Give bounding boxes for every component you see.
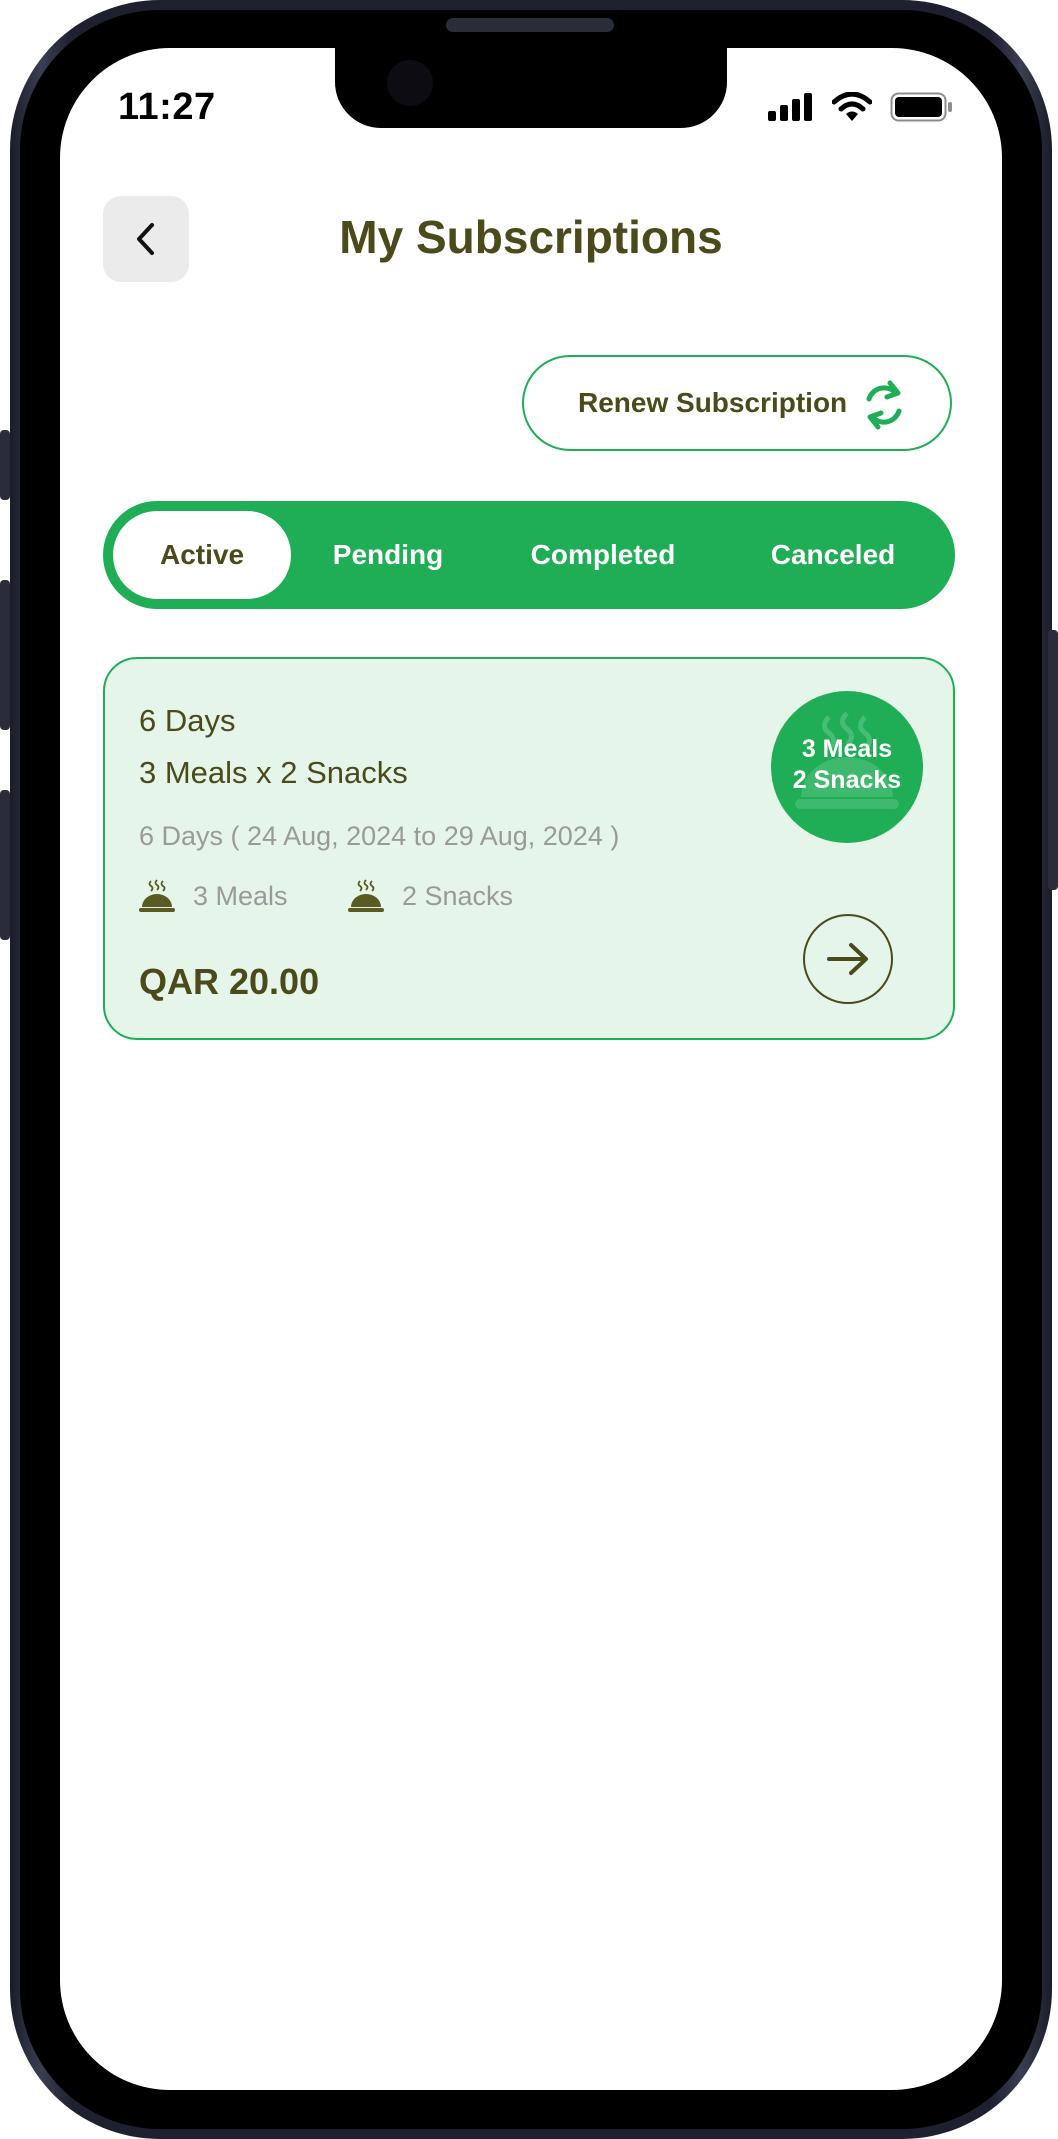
subscription-card[interactable]: 6 Days 3 Meals x 2 Snacks 6 Days ( 24 Au… bbox=[103, 657, 955, 1040]
badge-snacks: 2 Snacks bbox=[792, 766, 902, 794]
arrow-right-icon bbox=[827, 943, 868, 975]
camera-icon bbox=[387, 60, 433, 106]
view-subscription-button[interactable] bbox=[803, 914, 893, 1004]
cloche-icon bbox=[139, 879, 175, 912]
tab-pending[interactable]: Pending bbox=[298, 511, 478, 599]
cellular-signal-icon bbox=[768, 93, 812, 121]
volume-up-button bbox=[0, 580, 10, 730]
snacks-count: 2 Snacks bbox=[402, 880, 514, 911]
subscription-date-range: 6 Days ( 24 Aug, 2024 to 29 Aug, 2024 ) bbox=[139, 821, 620, 851]
page-title: My Subscriptions bbox=[339, 211, 723, 263]
badge-meals: 3 Meals bbox=[801, 735, 893, 763]
renew-subscription-label: Renew Subscription bbox=[578, 387, 848, 418]
snacks-info: 2 Snacks bbox=[348, 879, 513, 913]
power-button bbox=[1048, 630, 1058, 890]
renew-subscription-button[interactable]: Renew Subscription bbox=[522, 355, 952, 451]
app-screen: 11:27 My Subscriptions Renew Subscriptio… bbox=[60, 48, 1002, 2090]
cloche-icon bbox=[348, 879, 384, 912]
side-button bbox=[0, 430, 10, 500]
status-time: 11:27 bbox=[118, 86, 216, 128]
status-tabs: Active Pending Completed Canceled bbox=[103, 501, 955, 609]
tab-canceled[interactable]: Canceled bbox=[723, 511, 943, 599]
subscription-plan: 3 Meals x 2 Snacks bbox=[139, 755, 408, 790]
volume-down-button bbox=[0, 790, 10, 940]
tab-completed[interactable]: Completed bbox=[493, 511, 713, 599]
status-icons bbox=[768, 92, 954, 122]
meals-snacks-badge: 3 Meals 2 Snacks bbox=[771, 691, 923, 843]
tab-active[interactable]: Active bbox=[113, 511, 291, 599]
battery-icon bbox=[890, 92, 952, 122]
refresh-icon bbox=[866, 380, 902, 430]
cloche-icon bbox=[795, 711, 899, 809]
meals-count: 3 Meals bbox=[193, 880, 288, 911]
speaker-grille bbox=[446, 18, 614, 32]
notch bbox=[335, 48, 727, 128]
subscription-price: QAR 20.00 bbox=[139, 961, 320, 1002]
subscription-days: 6 Days bbox=[139, 703, 236, 738]
wifi-icon bbox=[832, 92, 872, 121]
meals-info: 3 Meals bbox=[139, 879, 288, 913]
